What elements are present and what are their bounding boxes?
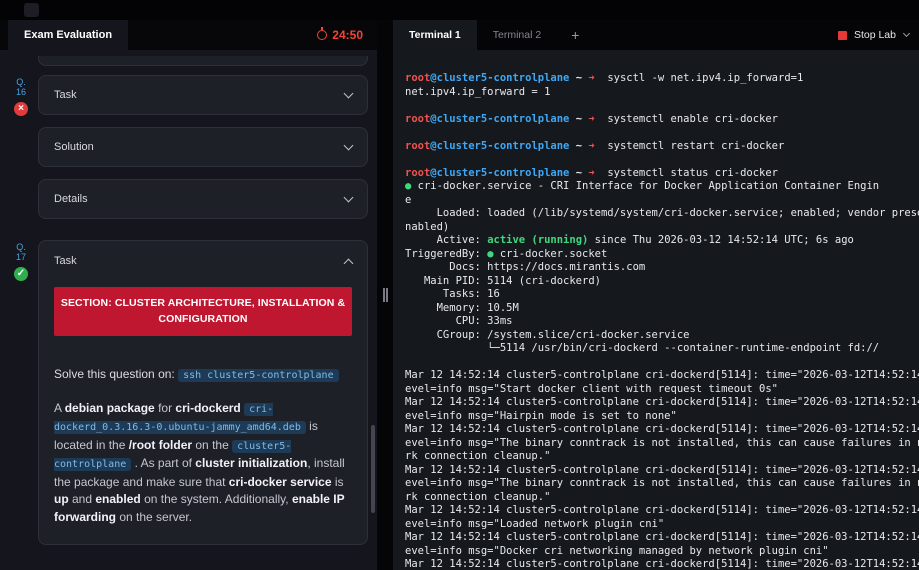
accordion-label: Solution xyxy=(54,141,94,153)
screen: Exam Evaluation 24:50 Q. 16 × Task Solu xyxy=(0,0,919,570)
resize-grip-icon xyxy=(383,288,388,302)
chevron-down-icon xyxy=(344,193,354,203)
tab-terminal-2[interactable]: Terminal 2 xyxy=(477,20,557,50)
question-17: Q. 17 ✓ Task SECTION: CLUSTER ARCHITECTU… xyxy=(38,240,368,545)
question-16: Q. 16 × Task Solution Details xyxy=(38,75,368,219)
task-card-q17: Task SECTION: CLUSTER ARCHITECTURE, INST… xyxy=(38,240,368,545)
scrolled-card-fragment xyxy=(38,56,368,66)
exam-evaluation-panel: Exam Evaluation 24:50 Q. 16 × Task Solu xyxy=(0,20,377,570)
panel-resize-divider[interactable] xyxy=(377,20,393,570)
tab-terminal-1[interactable]: Terminal 1 xyxy=(393,20,477,50)
stop-icon xyxy=(838,31,847,40)
accordion-task-q17[interactable]: Task xyxy=(39,241,367,281)
accordion-solution-q16[interactable]: Solution xyxy=(38,127,368,167)
accordion-label: Details xyxy=(54,193,88,205)
timer-value: 24:50 xyxy=(332,28,363,42)
tab-exam-evaluation[interactable]: Exam Evaluation xyxy=(8,20,128,50)
top-bar xyxy=(0,0,919,20)
fail-icon: × xyxy=(14,102,28,116)
app-logo-icon[interactable] xyxy=(24,3,39,17)
task-description: A debian package for cri-dockerd cri-doc… xyxy=(54,400,352,527)
scrollbar-thumb[interactable] xyxy=(371,425,375,513)
exam-timer: 24:50 xyxy=(317,20,363,50)
chevron-down-icon xyxy=(903,30,910,37)
question-16-label: Q. 16 xyxy=(10,77,32,97)
accordion-label: Task xyxy=(54,89,77,101)
terminal-output[interactable]: root@cluster5-controlplane ~ ➜ sysctl -w… xyxy=(393,50,919,570)
terminal-tab-bar: Terminal 1 Terminal 2 + Stop Lab xyxy=(393,20,919,50)
question-17-label: Q. 17 xyxy=(10,242,32,262)
accordion-task-q16[interactable]: Task xyxy=(38,75,368,115)
accordion-details-q16[interactable]: Details xyxy=(38,179,368,219)
pass-icon: ✓ xyxy=(14,267,28,281)
section-banner: SECTION: CLUSTER ARCHITECTURE, INSTALLAT… xyxy=(54,287,352,336)
stop-lab-label: Stop Lab xyxy=(854,29,896,41)
chevron-up-icon xyxy=(344,258,354,268)
chevron-down-icon xyxy=(344,141,354,151)
stop-lab-button[interactable]: Stop Lab xyxy=(838,20,896,50)
accordion-label: Task xyxy=(54,255,77,267)
clock-icon xyxy=(317,30,327,40)
question-list: Q. 16 × Task Solution Details xyxy=(0,50,377,570)
chevron-down-icon xyxy=(344,89,354,99)
add-terminal-button[interactable]: + xyxy=(571,20,579,50)
terminal-panel: Terminal 1 Terminal 2 + Stop Lab root@cl… xyxy=(393,20,919,570)
task-content: SECTION: CLUSTER ARCHITECTURE, INSTALLAT… xyxy=(39,287,367,526)
solve-instruction: Solve this question on: ssh cluster5-con… xyxy=(54,366,352,384)
terminal-menu-chevron[interactable] xyxy=(904,20,909,50)
exam-panel-header: Exam Evaluation 24:50 xyxy=(0,20,377,50)
